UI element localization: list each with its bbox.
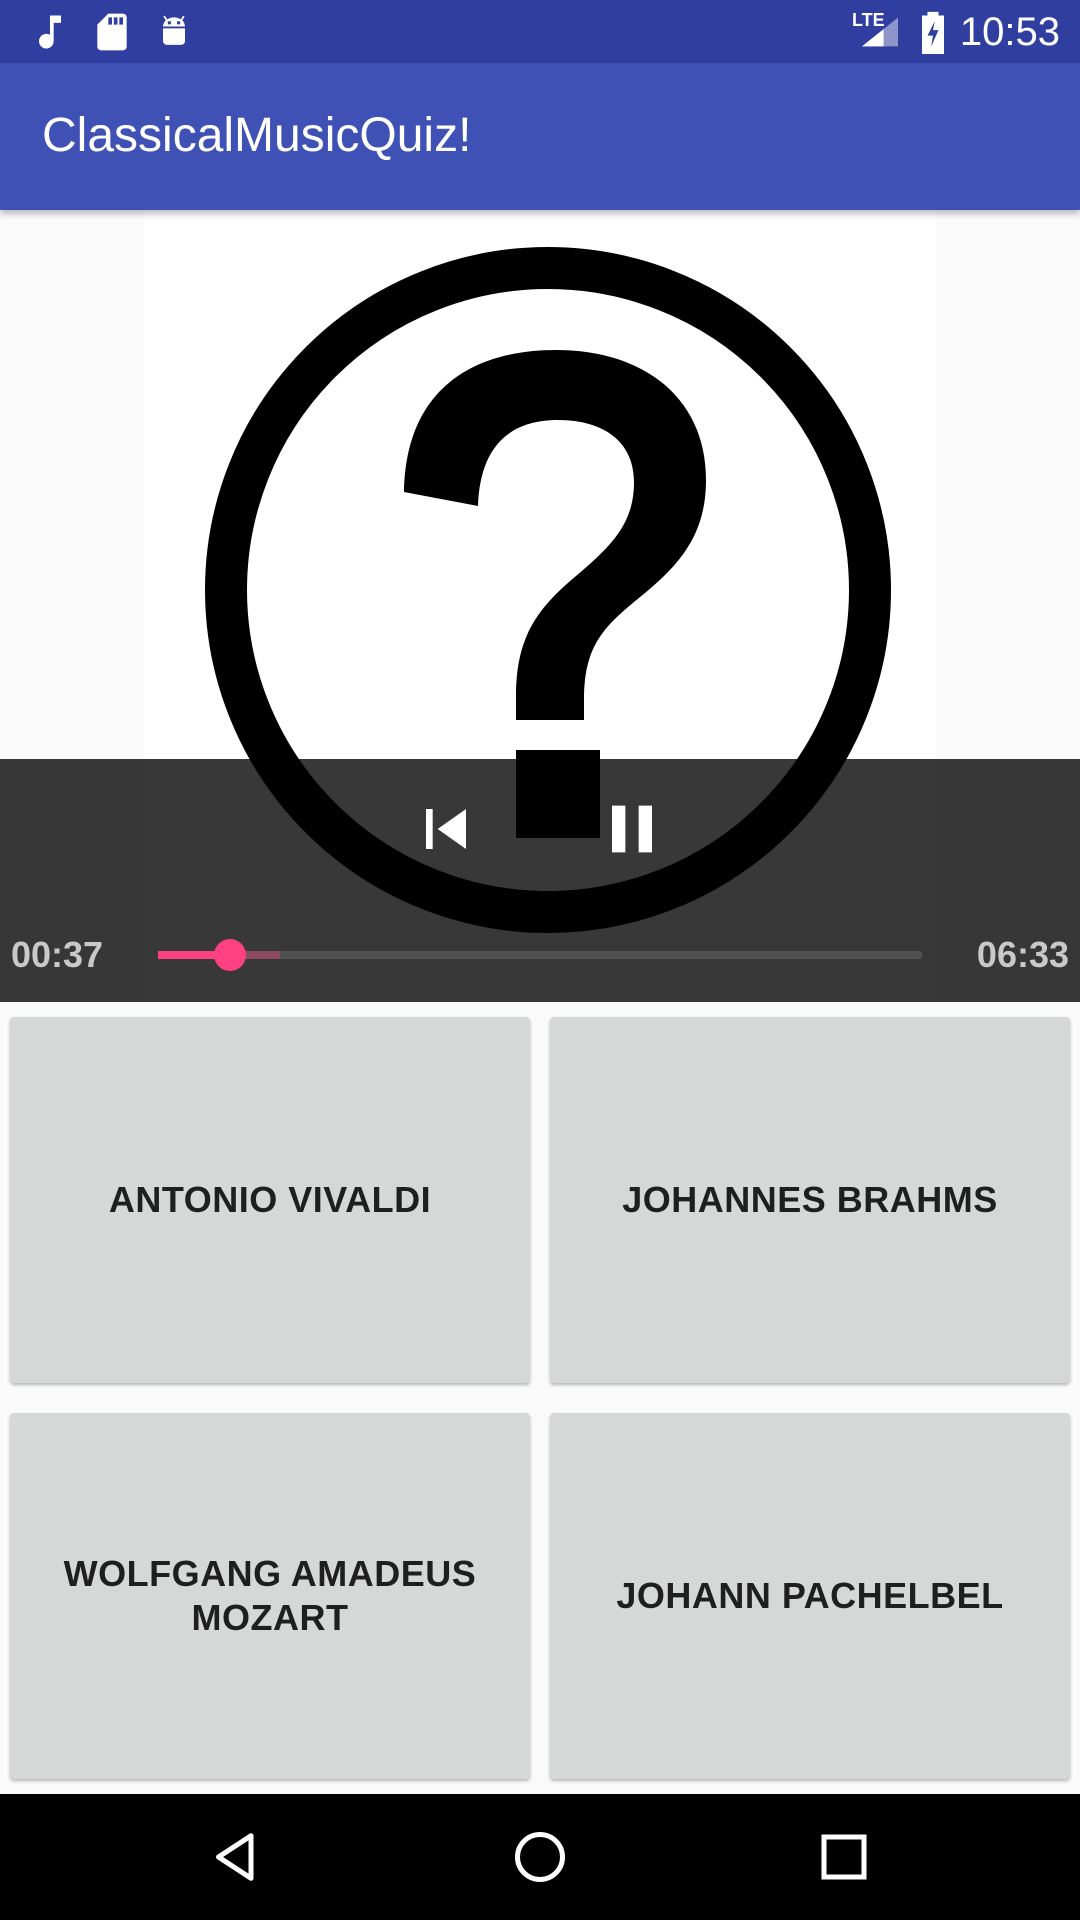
navigation-bar [0, 1794, 1080, 1920]
home-icon[interactable] [510, 1827, 570, 1887]
seek-bar[interactable] [158, 939, 922, 971]
status-bar: LTE 10:53 [0, 0, 1080, 63]
answer-button-4[interactable]: JOHANN PACHELBEL [550, 1413, 1070, 1779]
sd-card-icon [97, 13, 127, 51]
recents-icon[interactable] [814, 1827, 874, 1887]
answer-button-1[interactable]: ANTONIO VIVALDI [10, 1017, 530, 1383]
elapsed-time: 00:37 [11, 934, 104, 975]
answer-button-2[interactable]: JOHANNES BRAHMS [550, 1017, 1070, 1383]
battery-charging-icon [922, 11, 944, 54]
pause-icon[interactable] [592, 789, 672, 869]
music-note-icon [39, 15, 61, 49]
back-icon[interactable] [206, 1827, 266, 1887]
app-bar: ClassicalMusicQuiz! [0, 63, 1080, 210]
seek-thumb[interactable] [213, 939, 246, 971]
answer-button-3[interactable]: WOLFGANG AMADEUS MOZART [10, 1413, 530, 1779]
previous-icon[interactable] [406, 789, 486, 869]
android-icon [163, 15, 185, 45]
player-controls: 00:37 06:33 [0, 759, 1080, 1002]
media-player[interactable]: 00:37 06:33 [0, 210, 1080, 1002]
total-duration: 06:33 [976, 934, 1069, 975]
clock: 10:53 [959, 10, 1060, 54]
signal-icon [862, 17, 898, 47]
app-title: ClassicalMusicQuiz! [42, 109, 472, 162]
